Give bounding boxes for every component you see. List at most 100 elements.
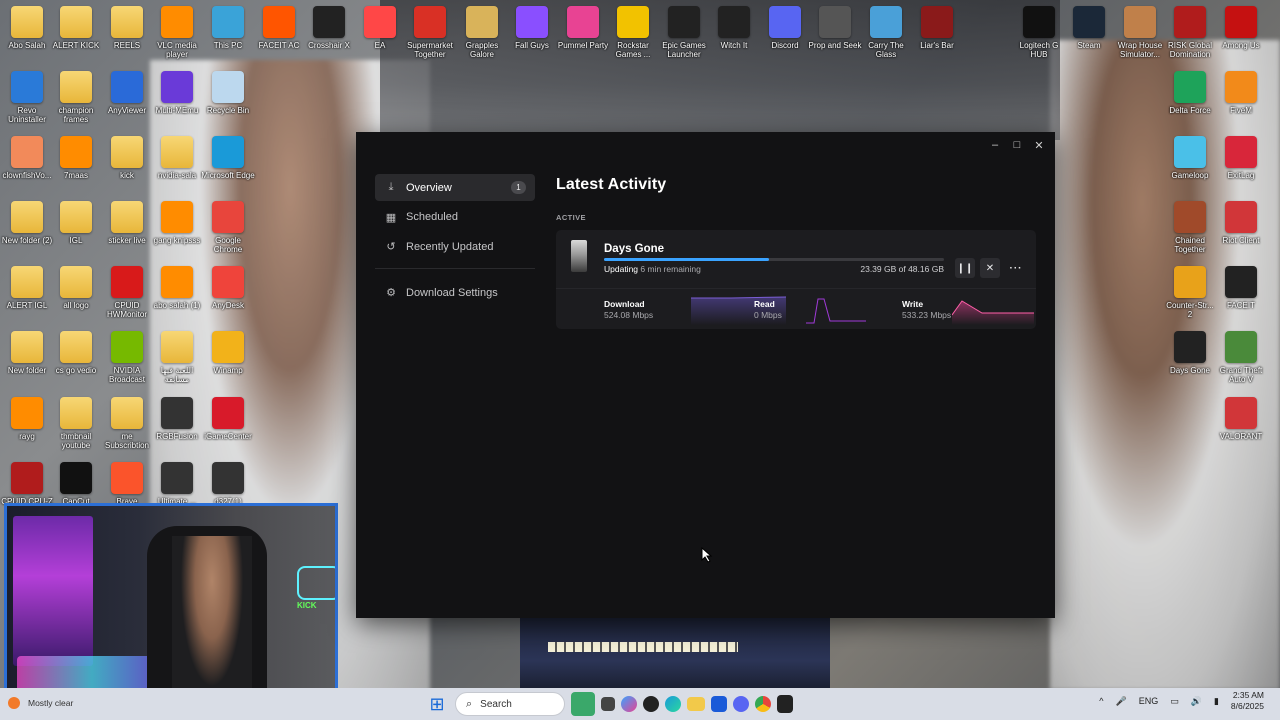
desktop-icon[interactable]: REELS (100, 6, 154, 50)
pause-button[interactable]: ❙❙ (955, 258, 975, 278)
desktop-icon[interactable]: nvidia-sala (150, 136, 204, 180)
desktop-icon[interactable]: RGBFusion (150, 397, 204, 441)
volume-icon[interactable]: 🔊 (1191, 696, 1202, 707)
desktop-icon[interactable]: Carry The Glass (859, 6, 913, 59)
desktop-icon[interactable]: Grapples Galore (455, 6, 509, 59)
desktop-icon[interactable]: Abo Salah (0, 6, 54, 50)
desktop-icon[interactable]: Days Gone (1163, 331, 1217, 375)
desktop-icon[interactable]: Steam (1062, 6, 1116, 50)
desktop-icon[interactable]: Supermarket Together (403, 6, 457, 59)
desktop-icon[interactable]: CapCut (49, 462, 103, 506)
desktop-icon[interactable]: Microsoft Edge (201, 136, 255, 180)
epic-games-icon[interactable] (777, 695, 793, 713)
desktop-icon[interactable]: rayg (0, 397, 54, 441)
desktop-icon[interactable]: abo salah (1) (150, 266, 204, 310)
discord-icon[interactable] (733, 696, 749, 712)
microphone-icon[interactable]: 🎤 (1115, 696, 1126, 707)
desktop-icon[interactable]: Wrap House Simulator... (1113, 6, 1167, 59)
desktop-icon[interactable]: Ultimate ... (150, 462, 204, 506)
desktop-icon[interactable]: VALORANT (1214, 397, 1268, 441)
chrome-icon[interactable] (755, 696, 771, 712)
desktop-icon[interactable]: Among Us (1214, 6, 1268, 50)
desktop-icon[interactable]: Brave (100, 462, 154, 506)
desktop-icon[interactable]: clownfishVo... (0, 136, 54, 180)
weather-widget[interactable]: Mostly clear (8, 697, 73, 709)
desktop-icon[interactable]: Winamp (201, 331, 255, 375)
nav-item-scheduled[interactable]: ▦ Scheduled (375, 204, 535, 231)
desktop-icon[interactable]: Rockstar Games ... (606, 6, 660, 59)
nav-item-overview[interactable]: ⤓ Overview 1 (375, 174, 535, 201)
desktop-icon[interactable]: ExitLag (1214, 136, 1268, 180)
desktop-icon[interactable]: IGL (49, 201, 103, 245)
desktop-icon[interactable]: me Subscribtion (100, 397, 154, 450)
taskbar-search[interactable]: ⌕ Search (455, 692, 565, 716)
desktop-icon[interactable]: Epic Games Launcher (657, 6, 711, 59)
desktop-icon[interactable]: gang knipsss (150, 201, 204, 245)
desktop-icon[interactable]: ALERT IGL (0, 266, 54, 310)
desktop-icon[interactable]: New folder (2) (0, 201, 54, 245)
desktop-icon[interactable]: Witch It (707, 6, 761, 50)
desktop-icon[interactable]: Google Chrome (201, 201, 255, 254)
file-explorer-icon[interactable] (687, 697, 705, 711)
desktop-icon[interactable]: اللعبة فيها مسابقة (150, 331, 204, 384)
desktop-icon[interactable]: EA (353, 6, 407, 50)
desktop-icon[interactable]: FiveM (1214, 71, 1268, 115)
desktop-icon[interactable]: 7maas (49, 136, 103, 180)
desktop-icon[interactable]: Delta Force (1163, 71, 1217, 115)
desktop-icon[interactable]: NVIDIA Broadcast (100, 331, 154, 384)
desktop-icon[interactable]: Gameloop (1163, 136, 1217, 180)
battery-icon[interactable]: ▮ (1214, 696, 1219, 707)
store-icon[interactable] (711, 696, 727, 712)
minimize-button[interactable]: – (985, 136, 1005, 154)
network-icon[interactable]: ▭ (1170, 696, 1179, 707)
desktop-icon[interactable]: all logo (49, 266, 103, 310)
desktop-icon[interactable]: kick (100, 136, 154, 180)
desktop-icon[interactable]: iGameCenter (201, 397, 255, 441)
game-title[interactable]: Days Gone (604, 243, 664, 255)
desktop-icon[interactable]: AnyViewer (100, 71, 154, 115)
desktop-icon[interactable]: sticker live (100, 201, 154, 245)
more-options-button[interactable]: ··· (1006, 258, 1026, 278)
clock[interactable]: 2:35 AM 8/6/2025 (1231, 690, 1264, 712)
widgets-icon[interactable] (571, 692, 595, 716)
obs-icon[interactable] (643, 696, 659, 712)
desktop-icon[interactable]: AnyDesk (201, 266, 255, 310)
desktop-icon[interactable]: VLC media player (150, 6, 204, 59)
desktop-icon[interactable]: thmbnail youtube (49, 397, 103, 450)
desktop-icon[interactable]: Multi-MEmu (150, 71, 204, 115)
desktop-icon[interactable]: FACEIT AC (252, 6, 306, 50)
windows-start-icon[interactable]: ⊞ (425, 692, 449, 716)
desktop-icon[interactable]: Liar's Bar (910, 6, 964, 50)
desktop-icon[interactable]: Counter-Str... 2 (1163, 266, 1217, 319)
desktop-icon[interactable]: Logitech G HUB (1012, 6, 1066, 59)
desktop-icon[interactable]: CPUID HWMonitor (100, 266, 154, 319)
desktop-icon[interactable]: RISK Global Domination (1163, 6, 1217, 59)
cancel-button[interactable]: ✕ (980, 258, 1000, 278)
desktop-icon[interactable]: Recycle Bin (201, 71, 255, 115)
desktop-icon[interactable]: Grand Theft Auto V (1214, 331, 1268, 384)
game-thumbnail[interactable] (571, 240, 587, 272)
desktop-icon[interactable]: New folder (0, 331, 54, 375)
language-indicator[interactable]: ENG (1139, 696, 1159, 706)
desktop-icon[interactable]: champion frames (49, 71, 103, 124)
desktop-icon[interactable]: Riot Client (1214, 201, 1268, 245)
desktop-icon[interactable]: Prop and Seek (808, 6, 862, 50)
nav-item-download-settings[interactable]: ⚙ Download Settings (375, 279, 535, 306)
desktop-icon[interactable]: ALERT KICK (49, 6, 103, 50)
desktop-icon[interactable]: Chained Together (1163, 201, 1217, 254)
tray-chevron-icon[interactable]: ^ (1099, 696, 1103, 706)
desktop-icon[interactable]: Discord (758, 6, 812, 50)
desktop-icon[interactable]: d327(1) (201, 462, 255, 506)
desktop-icon[interactable]: Pummel Party (556, 6, 610, 50)
desktop-icon[interactable]: Revo Uninstaller (0, 71, 54, 124)
maximize-button[interactable]: □ (1007, 136, 1027, 154)
desktop-icon[interactable]: Crosshair X (302, 6, 356, 50)
copilot-icon[interactable] (621, 696, 637, 712)
close-button[interactable]: ✕ (1029, 136, 1049, 154)
desktop-icon[interactable]: FACEIT (1214, 266, 1268, 310)
desktop-icon[interactable]: cs go vedio (49, 331, 103, 375)
desktop-icon[interactable]: Fall Guys (505, 6, 559, 50)
nav-item-recently-updated[interactable]: ↺ Recently Updated (375, 233, 535, 260)
desktop-icon[interactable]: This PC (201, 6, 255, 50)
edge-icon[interactable] (665, 696, 681, 712)
